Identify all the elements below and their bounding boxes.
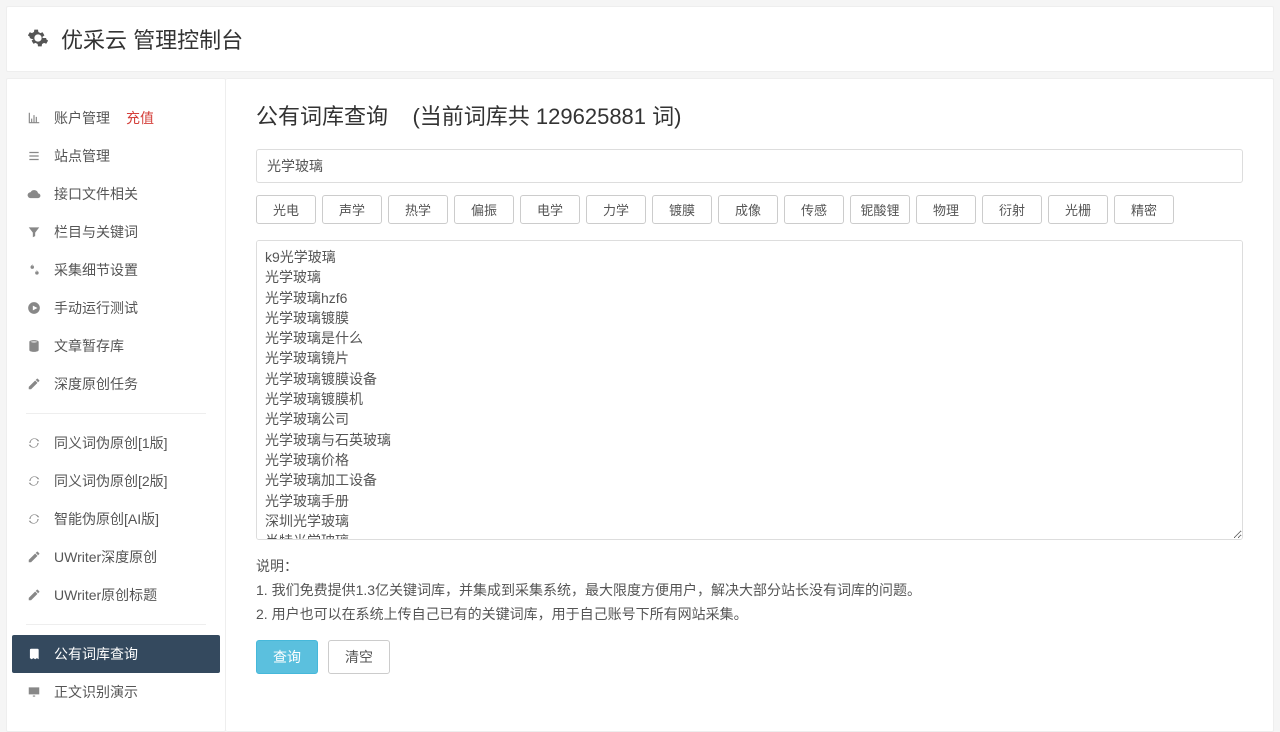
note-line-1: 1. 我们免费提供1.3亿关键词库，并集成到采集系统，最大限度方便用户，解决大部… <box>256 579 1243 603</box>
sidebar-item-label: 栏目与关键词 <box>54 222 138 242</box>
edit-icon <box>26 376 42 392</box>
tag-力学[interactable]: 力学 <box>586 195 646 224</box>
tag-镀膜[interactable]: 镀膜 <box>652 195 712 224</box>
tag-光栅[interactable]: 光栅 <box>1048 195 1108 224</box>
app-header: 优采云 管理控制台 <box>6 6 1274 72</box>
cogs-icon <box>26 262 42 278</box>
action-row: 查询 清空 <box>256 640 1243 674</box>
edit-icon <box>26 587 42 603</box>
gear-icon <box>27 27 49 52</box>
note-line-2: 2. 用户也可以在系统上传自己已有的关键词库，用于自己账号下所有网站采集。 <box>256 603 1243 627</box>
tag-光电[interactable]: 光电 <box>256 195 316 224</box>
sidebar-item-uwriter-title[interactable]: UWriter原创标题 <box>12 576 220 614</box>
display-icon <box>26 684 42 700</box>
list-icon <box>26 148 42 164</box>
sidebar-item-label: 账户管理 <box>54 108 110 128</box>
sidebar-item-label: 手动运行测试 <box>54 298 138 318</box>
sidebar-item-label: 公有词库查询 <box>54 644 138 664</box>
sidebar-divider <box>26 624 206 625</box>
page-title-count: (当前词库共 129625881 词) <box>412 104 681 129</box>
sidebar: 账户管理充值站点管理接口文件相关栏目与关键词采集细节设置手动运行测试文章暂存库深… <box>6 78 226 732</box>
sidebar-item-label: 采集细节设置 <box>54 260 138 280</box>
sidebar-item-label: 同义词伪原创[1版] <box>54 433 168 453</box>
sidebar-item-label: 智能伪原创[AI版] <box>54 509 159 529</box>
sidebar-item-label: 站点管理 <box>54 146 110 166</box>
tag-声学[interactable]: 声学 <box>322 195 382 224</box>
tag-衍射[interactable]: 衍射 <box>982 195 1042 224</box>
play-icon <box>26 300 42 316</box>
sidebar-item-body-demo[interactable]: 正文识别演示 <box>12 673 220 711</box>
app-title: 优采云 管理控制台 <box>61 23 243 55</box>
tag-电学[interactable]: 电学 <box>520 195 580 224</box>
sidebar-item-columns[interactable]: 栏目与关键词 <box>12 213 220 251</box>
sidebar-item-ai-syn[interactable]: 智能伪原创[AI版] <box>12 500 220 538</box>
page-title-prefix: 公有词库查询 <box>256 104 388 129</box>
results-textarea[interactable] <box>256 240 1243 540</box>
tag-偏振[interactable]: 偏振 <box>454 195 514 224</box>
book-icon <box>26 646 42 662</box>
sidebar-item-label: UWriter深度原创 <box>54 547 157 567</box>
edit-icon <box>26 549 42 565</box>
sidebar-item-sites[interactable]: 站点管理 <box>12 137 220 175</box>
sidebar-item-uwriter-deep[interactable]: UWriter深度原创 <box>12 538 220 576</box>
tag-成像[interactable]: 成像 <box>718 195 778 224</box>
main-panel: 公有词库查询 (当前词库共 129625881 词) 光电声学热学偏振电学力学镀… <box>226 78 1274 732</box>
sidebar-divider <box>26 413 206 414</box>
sidebar-item-public-lexicon[interactable]: 公有词库查询 <box>12 635 220 673</box>
sidebar-item-drafts[interactable]: 文章暂存库 <box>12 327 220 365</box>
note-block: 说明： 1. 我们免费提供1.3亿关键词库，并集成到采集系统，最大限度方便用户，… <box>256 555 1243 626</box>
sidebar-item-label: UWriter原创标题 <box>54 585 157 605</box>
sidebar-item-api-files[interactable]: 接口文件相关 <box>12 175 220 213</box>
sidebar-item-label: 同义词伪原创[2版] <box>54 471 168 491</box>
page-title: 公有词库查询 (当前词库共 129625881 词) <box>256 99 1243 131</box>
filter-icon <box>26 224 42 240</box>
sidebar-item-syn-v1[interactable]: 同义词伪原创[1版] <box>12 424 220 462</box>
refresh-icon <box>26 473 42 489</box>
tag-热学[interactable]: 热学 <box>388 195 448 224</box>
recharge-badge: 充值 <box>126 108 154 128</box>
clear-button[interactable]: 清空 <box>328 640 390 674</box>
sidebar-item-accounts[interactable]: 账户管理充值 <box>12 99 220 137</box>
database-icon <box>26 338 42 354</box>
refresh-icon <box>26 435 42 451</box>
tag-精密[interactable]: 精密 <box>1114 195 1174 224</box>
tag-物理[interactable]: 物理 <box>916 195 976 224</box>
sidebar-item-label: 正文识别演示 <box>54 682 138 702</box>
sidebar-item-manual-run[interactable]: 手动运行测试 <box>12 289 220 327</box>
tag-row: 光电声学热学偏振电学力学镀膜成像传感铌酸锂物理衍射光栅精密 <box>256 195 1243 224</box>
cloud-icon <box>26 186 42 202</box>
sidebar-item-label: 文章暂存库 <box>54 336 124 356</box>
note-label: 说明： <box>256 555 1243 579</box>
sidebar-item-label: 接口文件相关 <box>54 184 138 204</box>
sidebar-item-deep-tasks[interactable]: 深度原创任务 <box>12 365 220 403</box>
search-input[interactable] <box>256 149 1243 183</box>
bar-chart-icon <box>26 110 42 126</box>
query-button[interactable]: 查询 <box>256 640 318 674</box>
sidebar-item-collect[interactable]: 采集细节设置 <box>12 251 220 289</box>
tag-传感[interactable]: 传感 <box>784 195 844 224</box>
tag-铌酸锂[interactable]: 铌酸锂 <box>850 195 910 224</box>
sidebar-item-label: 深度原创任务 <box>54 374 138 394</box>
sidebar-item-syn-v2[interactable]: 同义词伪原创[2版] <box>12 462 220 500</box>
refresh-icon <box>26 511 42 527</box>
